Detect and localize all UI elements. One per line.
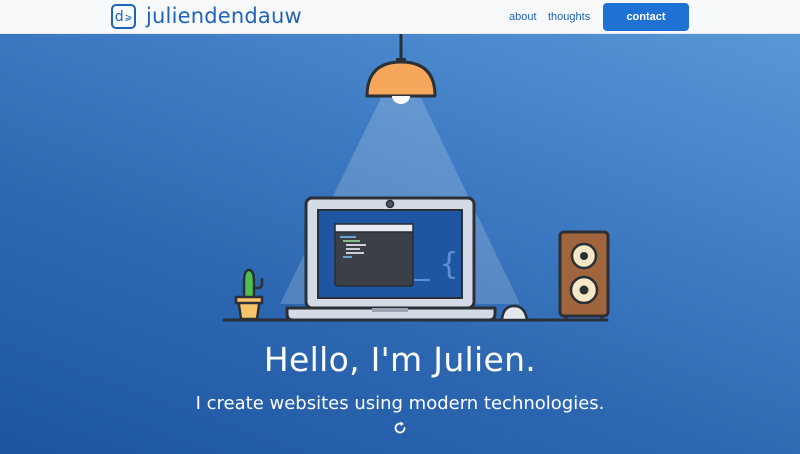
- hero-title: Hello, I'm Julien.: [263, 340, 537, 379]
- workspace-illustration: {: [222, 34, 610, 322]
- brand-name: juliendendauw: [146, 4, 302, 28]
- nav-thoughts-link[interactable]: thoughts: [548, 11, 590, 23]
- refresh-icon[interactable]: [392, 420, 408, 436]
- nav-about-link[interactable]: about: [509, 11, 537, 23]
- brand-logo-link[interactable]: d ⩾ juliendendauw: [111, 4, 302, 29]
- lamp-icon: [365, 34, 437, 104]
- logo-arrow: ⩾: [124, 12, 133, 23]
- navbar: d ⩾ juliendendauw about thoughts contact: [0, 0, 800, 34]
- mouse-icon: [500, 304, 529, 322]
- hero-section: { Hello, I'm Julien. I create websites u…: [0, 34, 800, 454]
- svg-text:{: {: [440, 247, 458, 282]
- hero-subtitle: I create websites using modern technolog…: [195, 393, 605, 414]
- logo-icon: d ⩾: [111, 4, 136, 29]
- logo-letter: d: [114, 8, 124, 25]
- laptop-icon: {: [285, 196, 497, 322]
- speaker-icon: [558, 230, 610, 321]
- cactus-icon: [234, 268, 264, 321]
- contact-button[interactable]: contact: [603, 3, 689, 31]
